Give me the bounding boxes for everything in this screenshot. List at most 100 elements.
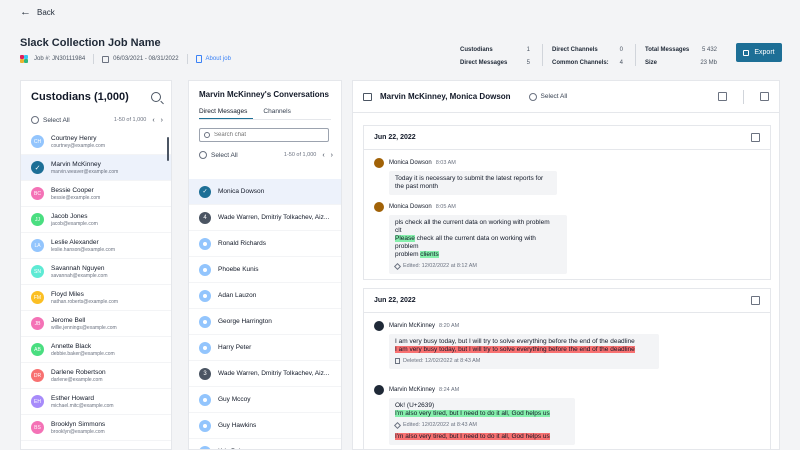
filter-icon[interactable]: [718, 92, 727, 101]
custodian-item[interactable]: JB Jerome Bell willie.jennings@example.com: [21, 311, 171, 337]
custodian-item[interactable]: JJ Jacob Jones jacob@example.com: [21, 207, 171, 233]
message-text: clt: [395, 227, 402, 234]
message-time: 8:05 AM: [435, 204, 456, 210]
custodian-email: nathan.roberts@example.com: [51, 298, 119, 305]
highlight-added: Please: [395, 235, 415, 242]
conversation-label: Wade Warren, Dmitriy Tolkachev, Aiz...: [218, 370, 330, 377]
custodian-item[interactable]: AB Annette Black debbie.baker@example.com: [21, 337, 171, 363]
conversation-label: Guy Hawkins: [218, 422, 257, 429]
conversation-item[interactable]: Guy Mccoy: [189, 387, 341, 413]
stat-label: Direct Channels: [552, 46, 598, 53]
chevron-right-icon[interactable]: ›: [161, 117, 163, 124]
conversation-list: ✓ Monica Dowson 4 Wade Warren, Dmitriy Tolk…: [189, 179, 341, 449]
pager-text: 1-50 of 1,000: [113, 117, 147, 123]
conversation-item[interactable]: Guy Hawkins: [189, 413, 341, 439]
pager: 1-50 of 1,000 ‹ ›: [284, 152, 333, 159]
chevron-left-icon[interactable]: ‹: [322, 152, 324, 159]
custodian-email: debbie.baker@example.com: [51, 350, 115, 357]
search-icon[interactable]: [151, 92, 161, 102]
message-time: 8:03 AM: [435, 160, 456, 166]
custodian-item[interactable]: FM Floyd Miles nathan.roberts@example.com: [21, 285, 171, 311]
stats-group-3: Total Messages 5 432 Size 23 Mb: [645, 43, 717, 69]
conversation-item[interactable]: Kris Peber: [189, 439, 341, 449]
conversation-item[interactable]: Phoebe Kunis: [189, 257, 341, 283]
custodian-item[interactable]: BC Bessie Cooper bessie@example.com: [21, 181, 171, 207]
custodian-item[interactable]: CH Courtney Henry courtney@example.com: [21, 129, 171, 155]
custodian-item[interactable]: ✓ Marvin McKinney marvin.weaver@example.co…: [21, 155, 171, 181]
image-icon[interactable]: [760, 92, 769, 101]
page-title: Slack Collection Job Name: [20, 37, 161, 49]
back-label: Back: [37, 8, 55, 17]
custodian-item[interactable]: LA Leslie Alexander leslie.hanson@example.…: [21, 233, 171, 259]
message-bubble: pls check all the current data on workin…: [389, 215, 567, 274]
stat-value: 0: [619, 46, 623, 53]
conversation-item[interactable]: Harry Peter: [189, 335, 341, 361]
select-all-checkbox[interactable]: [199, 151, 207, 159]
custodian-email: brooklyn@example.com: [51, 428, 105, 435]
custodian-item[interactable]: EH Esther Howard michael.mitc@example.com: [21, 389, 171, 415]
divider: [542, 44, 543, 66]
trash-icon: [395, 358, 400, 364]
custodian-name: Marvin McKinney: [51, 160, 101, 168]
highlight-deleted: I am very busy today, but I will try to …: [395, 346, 635, 353]
message-author: Marvin McKinney: [389, 387, 436, 393]
check-icon: ✓: [199, 185, 211, 198]
conversation-item[interactable]: Adan Lauzon: [189, 283, 341, 309]
custodian-email: courtney@example.com: [51, 142, 105, 149]
tab-direct-messages[interactable]: Direct Messages: [199, 105, 254, 119]
message: Monica Dowson 8:03 AM Today it is necess…: [374, 158, 557, 195]
custodian-email: jacob@example.com: [51, 220, 98, 227]
conversation-item[interactable]: 3 Wade Warren, Dmitriy Tolkachev, Aiz...: [189, 361, 341, 387]
custodian-name: Leslie Alexander: [51, 238, 99, 246]
select-all-row: Select All 1-50 of 1,000 ‹ ›: [189, 148, 341, 162]
avatar: [374, 321, 384, 331]
conversation-label: Wade Warren, Dmitriy Tolkachev, Aiz...: [218, 214, 330, 221]
conversation-item[interactable]: 4 Wade Warren, Dmitriy Tolkachev, Aiz...: [189, 205, 341, 231]
edited-note: Edited: 12/02/2022 at 8:43 AM: [403, 422, 478, 428]
day-checkbox[interactable]: [751, 296, 760, 305]
stat-label: Common Channels:: [552, 59, 609, 66]
back-button[interactable]: ← Back: [20, 7, 55, 18]
select-all-row: Select All: [528, 92, 567, 101]
about-job-link[interactable]: About job: [206, 56, 231, 62]
select-all-checkbox[interactable]: [31, 116, 39, 124]
divider: [93, 54, 95, 64]
custodian-item[interactable]: SN Savannah Nguyen savannah@example.com: [21, 259, 171, 285]
custodian-email: michael.mitc@example.com: [51, 402, 114, 409]
message-text: pls check all the current data on workin…: [395, 219, 550, 226]
avatar: JJ: [31, 213, 44, 226]
stats-group-2: Direct Channels 0 Common Channels: 4: [552, 43, 623, 69]
conversation-label: George Harrington: [218, 318, 272, 325]
custodian-email: willie.jennings@example.com: [51, 324, 117, 331]
conversation-item[interactable]: Ronald Richards: [189, 231, 341, 257]
select-all-row: Select All 1-50 of 1,000 ‹ ›: [21, 113, 171, 127]
message-bubble: I am very busy today, but I will try to …: [389, 334, 659, 369]
conversation-item[interactable]: ✓ Monica Dowson: [189, 179, 341, 205]
message-author: Marvin McKinney: [389, 323, 436, 329]
scrollbar[interactable]: [167, 137, 169, 161]
export-button[interactable]: Export: [736, 43, 782, 62]
day-checkbox[interactable]: [751, 133, 760, 142]
stat-value: 5 432: [701, 46, 717, 53]
group-count-badge: 4: [199, 211, 211, 224]
avatar: BS: [31, 421, 44, 434]
person-icon: [199, 419, 211, 432]
search-chat-input[interactable]: [214, 132, 314, 138]
avatar: LA: [31, 239, 44, 252]
custodian-email: marvin.weaver@example.com: [51, 168, 119, 175]
tab-channels[interactable]: Channels: [263, 105, 296, 119]
select-all-checkbox[interactable]: [528, 92, 537, 101]
avatar: [374, 202, 384, 212]
highlight-added: clients: [420, 251, 439, 258]
stat-value: 5: [526, 59, 530, 66]
custodian-item[interactable]: BS Brooklyn Simmons brooklyn@example.com: [21, 415, 171, 441]
export-icon: [743, 49, 750, 56]
person-icon: [199, 393, 211, 406]
document-icon: [195, 55, 202, 63]
custodian-email: savannah@example.com: [51, 272, 108, 279]
chevron-left-icon[interactable]: ‹: [152, 117, 154, 124]
person-icon: [199, 289, 211, 302]
conversation-item[interactable]: George Harrington: [189, 309, 341, 335]
custodian-item[interactable]: DR Darlene Robertson darlene@example.com: [21, 363, 171, 389]
chevron-right-icon[interactable]: ›: [331, 152, 333, 159]
